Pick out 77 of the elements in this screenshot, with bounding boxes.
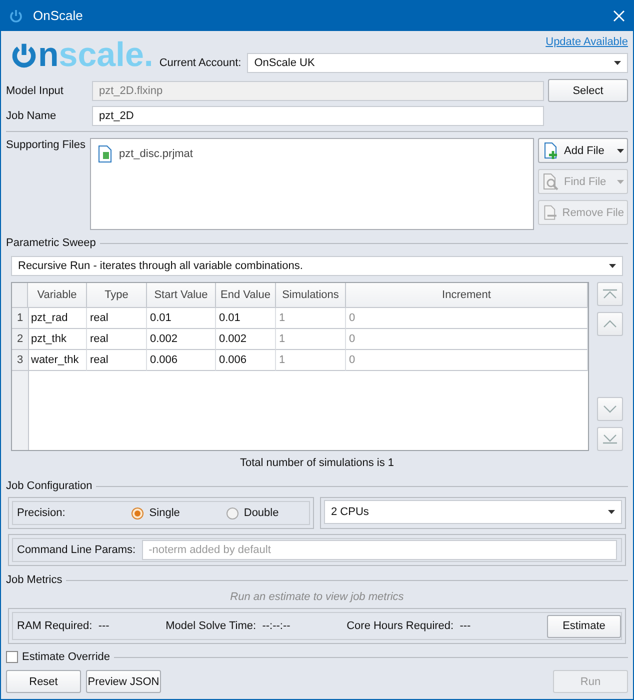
job-name-field[interactable]: pzt_2D [92,106,544,126]
window-title: OnScale [33,9,84,23]
cpu-dropdown[interactable]: 2 CPUs [324,500,622,524]
chevron-top-icon [602,289,618,299]
column-header[interactable]: End Value [216,283,276,308]
caret-icon [608,510,615,514]
row-number: 3 [12,350,28,371]
column-header[interactable]: Increment [346,283,588,308]
remove-file-icon [542,204,558,222]
column-header[interactable]: Start Value [147,283,216,308]
footer-button[interactable]: Preview JSON [86,670,161,693]
run-mode-dropdown[interactable]: Recursive Run - iterates through all variable combinations. [11,256,623,276]
table-cell: pzt_thk [28,329,87,350]
table-cell: 0.006 [147,350,216,371]
file-item[interactable]: pzt_disc.prjmat [97,145,527,163]
precision-radio[interactable]: Single [131,506,180,520]
power-icon [9,9,23,23]
precision-label: Precision: [17,506,66,520]
caret-icon [617,180,624,184]
precision-radio[interactable]: Double [226,506,279,520]
section-title: Job Configuration [6,479,92,493]
metric-text: Model Solve Time: --:--:-- [166,619,290,633]
table-cell: 0.01 [216,308,276,329]
move-bottom-button[interactable] [597,427,623,451]
chevron-down-icon [602,404,618,414]
footer-button[interactable]: Reset [6,670,81,693]
move-down-button[interactable] [597,397,623,421]
model-input-label: Model Input [6,84,64,98]
estimate-button[interactable]: Estimate [547,614,621,638]
column-header[interactable]: Simulations [276,283,346,308]
column-header[interactable]: Variable [28,283,87,308]
move-up-button[interactable] [597,312,623,336]
section-title: Job Metrics [6,573,62,587]
row-number: 2 [12,329,28,350]
total-simulations-text: Total number of simulations is 1 [238,456,396,470]
account-dropdown[interactable]: OnScale UK [247,53,628,73]
power-icon [10,41,38,69]
account-label: Current Account: [159,56,242,70]
section-title: Parametric Sweep [6,236,96,250]
add-file-button[interactable]: Add File [538,138,628,163]
table-cell: 1 [276,329,346,350]
find-file-icon [542,172,560,190]
table-cell: 0.006 [216,350,276,371]
column-header[interactable]: Type [87,283,147,308]
table-cell: water_thk [28,350,87,371]
add-file-icon [542,142,560,160]
table-corner [12,283,28,308]
table-cell: 1 [276,350,346,371]
caret-icon [617,148,624,152]
table-cell: 0 [346,350,588,371]
table-cell: pzt_rad [28,308,87,329]
chevron-up-icon [602,319,618,329]
table-cell: 0.002 [147,329,216,350]
logo: nscale. [10,37,154,73]
row-number: 1 [12,308,28,329]
table-cell: 0.01 [147,308,216,329]
estimate-override-checkbox[interactable]: Estimate Override [6,650,110,664]
caret-icon [614,61,621,65]
move-top-button[interactable] [597,282,623,306]
table-cell: 1 [276,308,346,329]
metric-text: Core Hours Required: --- [346,619,471,633]
chevron-bottom-icon [602,434,618,444]
table-cell: 0 [346,308,588,329]
job-name-label: Job Name [6,109,58,123]
metrics-hint: Run an estimate to view job metrics [229,590,405,604]
table-cell: real [87,329,147,350]
close-icon[interactable] [613,10,625,22]
table-cell: 0 [346,329,588,350]
caret-icon [609,264,616,268]
command-line-label: Command Line Params: [17,543,136,557]
metric-text: RAM Required: --- [17,619,110,633]
table-cell: real [87,350,147,371]
update-link[interactable]: Update Available [546,35,628,49]
file-icon [97,145,113,163]
table-cell: 0.002 [216,329,276,350]
table-cell: real [87,308,147,329]
supporting-files-label: Supporting Files [6,138,86,153]
